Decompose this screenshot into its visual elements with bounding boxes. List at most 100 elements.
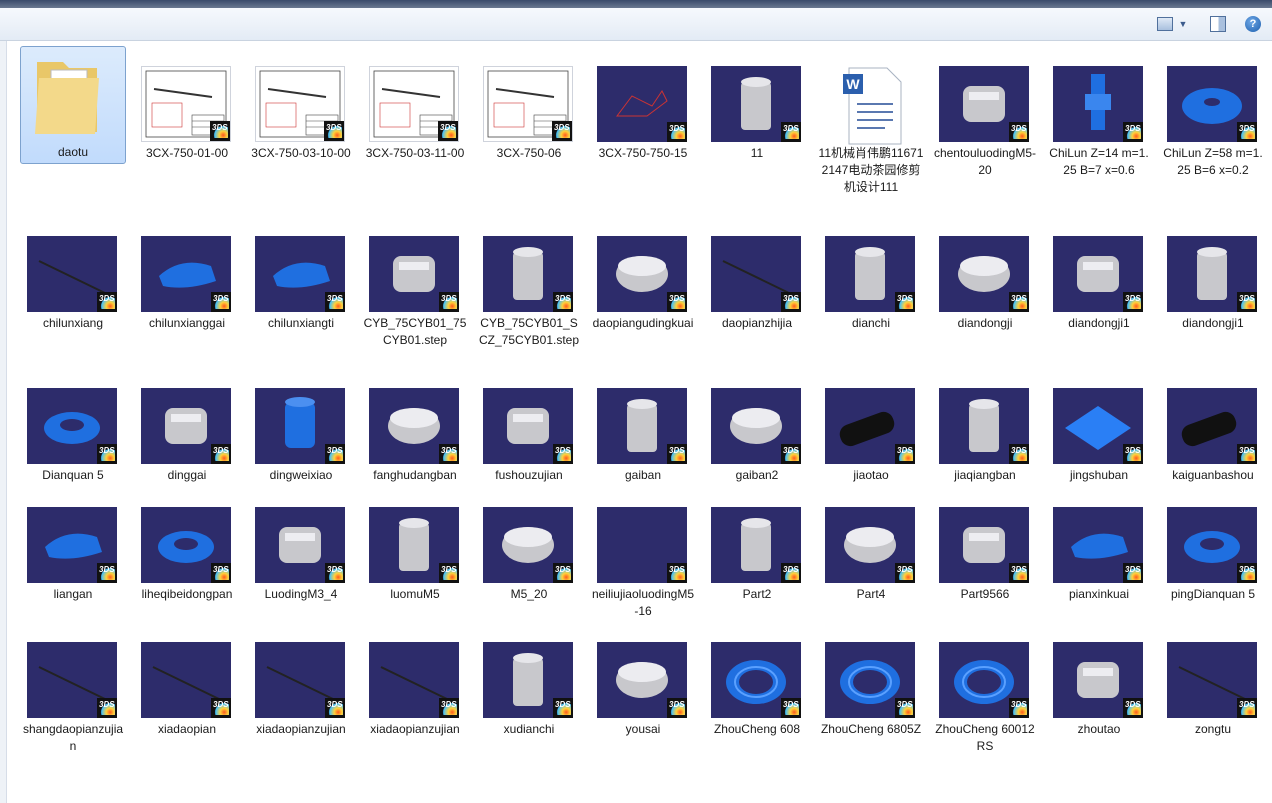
file-item[interactable]: 3DS 3CX-750-03-11-00 — [362, 46, 468, 196]
file-item[interactable]: 3DS LuodingM3_4 — [248, 487, 354, 637]
file-item[interactable]: 3DS liheqibeidongpan — [134, 487, 240, 637]
file-item[interactable]: 3DS diandongji1 — [1046, 216, 1152, 366]
cad-part-thumbnail: 3DS — [1167, 236, 1257, 312]
file-item[interactable]: 3DS chilunxiang — [20, 216, 126, 366]
file-item[interactable]: 3DS xiadaopian — [134, 622, 240, 772]
file-item[interactable]: 3DS xiadaopianzujian — [362, 622, 468, 772]
catia-badge-icon: 3DS — [1009, 122, 1029, 142]
file-name-label: jiaqiangban — [954, 468, 1016, 482]
cad-part-thumbnail: 3DS — [27, 642, 117, 718]
file-item[interactable]: 3DS CYB_75CYB01_SCZ_75CYB01.step — [476, 216, 582, 366]
file-item[interactable]: 3DS Part4 — [818, 487, 924, 637]
file-name-label: jiaotao — [853, 468, 889, 482]
file-item[interactable]: 3DS CYB_75CYB01_75CYB01.step — [362, 216, 468, 366]
catia-badge-icon: 3DS — [439, 698, 459, 718]
catia-badge-icon: 3DS — [781, 444, 801, 464]
file-name-label: 3CX-750-03-10-00 — [251, 146, 351, 160]
file-item[interactable]: 3DS 3CX-750-750-15 — [590, 46, 696, 196]
folder-item[interactable]: daotu — [20, 46, 126, 196]
file-item[interactable]: 3DS Part9566 — [932, 487, 1038, 637]
file-item[interactable]: 3DS Part2 — [704, 487, 810, 637]
preview-pane-button[interactable] — [1208, 14, 1228, 34]
cad-part-thumbnail: 3DS — [141, 388, 231, 464]
file-item[interactable]: 3DS luomuM5 — [362, 487, 468, 637]
catia-badge-icon: 3DS — [553, 698, 573, 718]
catia-badge-icon: 3DS — [97, 698, 117, 718]
file-name-label: zhoutao — [1077, 722, 1121, 736]
file-name-label: M5_20 — [510, 587, 548, 601]
file-item[interactable]: 3DS ZhouCheng 60012RS — [932, 622, 1038, 772]
cad-part-thumbnail: 3DS — [255, 236, 345, 312]
file-item[interactable]: 3DS liangan — [20, 487, 126, 637]
file-item[interactable]: 3DS M5_20 — [476, 487, 582, 637]
cad-part-thumbnail: 3DS — [1053, 388, 1143, 464]
file-item[interactable]: 3DS 3CX-750-06 — [476, 46, 582, 196]
cad-part-thumbnail: 3DS — [939, 66, 1029, 142]
catia-badge-icon: 3DS — [1009, 444, 1029, 464]
cad-part-thumbnail: 3DS — [939, 507, 1029, 583]
file-name-label: liangan — [53, 587, 93, 601]
file-item[interactable]: 3DS xiadaopianzujian — [248, 622, 354, 772]
catia-badge-icon: 3DS — [1237, 122, 1257, 142]
catia-badge-icon: 3DS — [553, 563, 573, 583]
file-name-label: chilunxianggai — [148, 316, 226, 330]
file-name-label: xudianchi — [503, 722, 555, 736]
catia-badge-icon: 3DS — [97, 292, 117, 312]
file-name-label: diandongji1 — [1182, 316, 1244, 330]
file-item[interactable]: 3DS ChiLun Z=58 m=1.25 B=6 x=0.2 — [1160, 46, 1266, 196]
drawing-thumbnail: 3DS — [369, 66, 459, 142]
cad-part-thumbnail: 3DS — [597, 642, 687, 718]
file-item[interactable]: 3DS neiliujiaoluodingM5-16 — [590, 487, 696, 637]
file-item[interactable]: 3DS chilunxianggai — [134, 216, 240, 366]
cad-part-thumbnail: 3DS — [1053, 66, 1143, 142]
file-item[interactable]: 3DS 3CX-750-01-00 — [134, 46, 240, 196]
catia-badge-icon: 3DS — [439, 563, 459, 583]
file-item[interactable]: 3DS diandongji1 — [1160, 216, 1266, 366]
file-item[interactable]: 3DS daopiangudingkuai — [590, 216, 696, 366]
file-name-label: Part9566 — [960, 587, 1010, 601]
file-item[interactable]: 3DS 3CX-750-03-10-00 — [248, 46, 354, 196]
file-item[interactable]: W 11机械肖伟鹏116712147电动茶园修剪机设计111 — [818, 46, 924, 196]
file-item[interactable]: 3DS chentouluodingM5-20 — [932, 46, 1038, 196]
file-item[interactable]: 3DS pingDianquan 5 — [1160, 487, 1266, 637]
file-item[interactable]: 3DS pianxinkuai — [1046, 487, 1152, 637]
file-name-label: jingshuban — [1069, 468, 1129, 482]
file-name-label: gaiban — [624, 468, 662, 482]
catia-badge-icon: 3DS — [1237, 698, 1257, 718]
file-item[interactable]: 3DS zongtu — [1160, 622, 1266, 772]
help-button[interactable]: ? — [1243, 14, 1263, 34]
svg-text:W: W — [846, 76, 860, 92]
file-item[interactable]: 3DS ZhouCheng 608 — [704, 622, 810, 772]
navigation-pane-edge — [0, 41, 7, 803]
catia-badge-icon: 3DS — [781, 292, 801, 312]
catia-badge-icon: 3DS — [667, 563, 687, 583]
file-name-label: 11 — [750, 146, 764, 160]
file-name-label: daopiangudingkuai — [592, 316, 694, 330]
file-item[interactable]: 3DS daopianzhijia — [704, 216, 810, 366]
file-item[interactable]: 3DS zhoutao — [1046, 622, 1152, 772]
file-name-label: 3CX-750-01-00 — [145, 146, 229, 160]
change-view-button[interactable]: ▼ — [1152, 14, 1192, 34]
file-item[interactable]: 3DS diandongji — [932, 216, 1038, 366]
catia-badge-icon: 3DS — [1009, 698, 1029, 718]
cad-part-thumbnail: 3DS — [483, 236, 573, 312]
file-item[interactable]: 3DS yousai — [590, 622, 696, 772]
file-item[interactable]: 3DS xudianchi — [476, 622, 582, 772]
catia-badge-icon: 3DS — [439, 444, 459, 464]
file-name-label: ChiLun Z=14 m=1.25 B=7 x=0.6 — [1049, 146, 1149, 177]
cad-part-thumbnail: 3DS — [483, 388, 573, 464]
file-name-label: yousai — [625, 722, 661, 736]
file-list: daotu 3DS 3CX-750-01-00 3DS 3CX-750-03-10-00… — [20, 46, 1272, 803]
cad-part-thumbnail: 3DS — [825, 642, 915, 718]
catia-badge-icon: 3DS — [895, 444, 915, 464]
file-name-label: pianxinkuai — [1068, 587, 1130, 601]
file-item[interactable]: 3DS chilunxiangti — [248, 216, 354, 366]
file-name-label: dianchi — [851, 316, 891, 330]
file-name-label: daopianzhijia — [721, 316, 793, 330]
file-item[interactable]: 3DS 11 — [704, 46, 810, 196]
file-item[interactable]: 3DS shangdaopianzujian — [20, 622, 126, 772]
file-item[interactable]: 3DS dianchi — [818, 216, 924, 366]
file-item[interactable]: 3DS ZhouCheng 6805Z — [818, 622, 924, 772]
file-name-label: kaiguanbashou — [1172, 468, 1254, 482]
file-item[interactable]: 3DS ChiLun Z=14 m=1.25 B=7 x=0.6 — [1046, 46, 1152, 196]
